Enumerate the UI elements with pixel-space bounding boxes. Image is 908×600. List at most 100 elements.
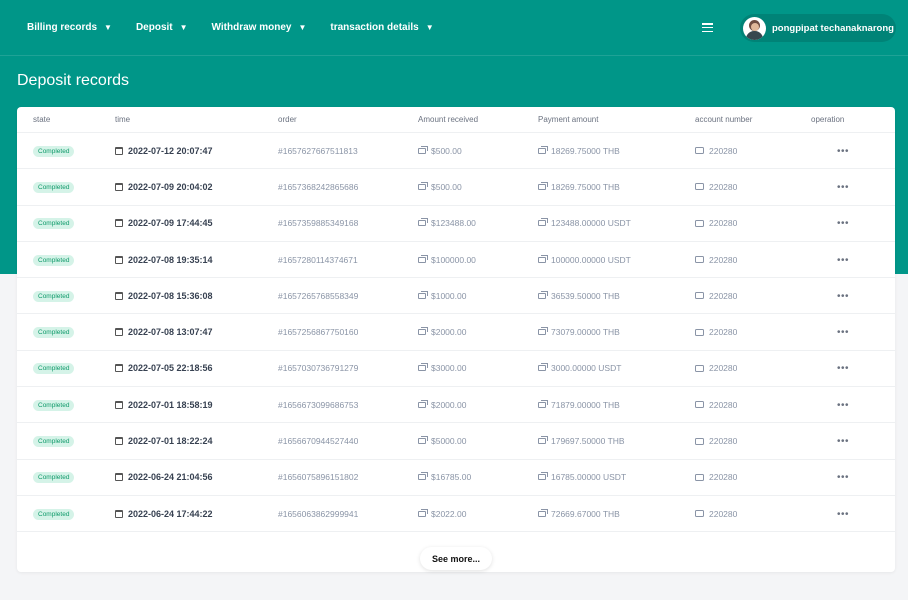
status-badge: Completed: [33, 436, 75, 448]
user-menu[interactable]: pongpipat techanaknarong: [740, 14, 896, 42]
time-value: 2022-07-12 20:07:47: [128, 145, 213, 156]
more-options-icon[interactable]: •••: [837, 436, 849, 447]
money-icon: [418, 290, 428, 299]
more-options-icon[interactable]: •••: [837, 509, 849, 520]
payment-value: 123488.00000 USDT: [551, 218, 631, 229]
time-cell: 2022-07-05 22:18:56: [115, 363, 278, 373]
operation-cell: •••: [811, 363, 895, 374]
account-number-cell: 220280: [695, 218, 811, 228]
money-icon: [538, 290, 548, 299]
time-cell: 2022-07-12 20:07:47: [115, 146, 278, 156]
account-number-cell: 220280: [695, 182, 811, 192]
amount-received-cell: $100000.00: [418, 254, 538, 265]
status-badge: Completed: [33, 508, 75, 520]
state-cell: Completed: [17, 254, 115, 266]
more-options-icon[interactable]: •••: [837, 218, 849, 229]
money-icon: [418, 181, 428, 190]
calendar-icon: [115, 509, 123, 518]
more-options-icon[interactable]: •••: [837, 472, 849, 483]
wallet-icon: [695, 219, 704, 227]
time-cell: 2022-07-09 17:44:45: [115, 218, 278, 228]
time-cell: 2022-07-08 13:07:47: [115, 327, 278, 337]
nav-billing-records[interactable]: Billing records ▼: [27, 22, 112, 33]
time-value: 2022-07-08 15:36:08: [128, 290, 213, 301]
state-cell: Completed: [17, 326, 115, 339]
money-icon: [418, 218, 428, 227]
more-options-icon[interactable]: •••: [837, 363, 849, 374]
order-cell: #1657030736791279: [278, 363, 359, 374]
order-cell: #1657359885349168: [278, 218, 359, 229]
table-body: Completed 2022-07-12 20:07:47 #165762766…: [17, 133, 895, 533]
payment-value: 18269.75000 THB: [551, 181, 620, 192]
account-number-cell: 220280: [695, 400, 811, 410]
amount-value: $2000.00: [431, 327, 467, 338]
calendar-icon: [115, 182, 123, 191]
amount-received-cell: $3000.00: [418, 363, 538, 373]
nav-transaction-details[interactable]: transaction details ▼: [330, 22, 433, 33]
payment-amount-cell: 3000.00000 USDT: [538, 363, 695, 373]
wallet-icon: [695, 328, 704, 336]
hamburger-menu-icon[interactable]: [702, 21, 713, 34]
order-cell: #1657627667511813: [278, 145, 358, 156]
more-options-icon[interactable]: •••: [837, 182, 849, 193]
more-options-icon[interactable]: •••: [837, 146, 849, 157]
calendar-icon: [115, 255, 123, 264]
table-row: Completed 2022-07-08 15:36:08 #165726576…: [17, 278, 895, 315]
chevron-down-icon: ▼: [104, 23, 112, 32]
money-icon: [418, 472, 428, 481]
more-options-icon[interactable]: •••: [837, 400, 849, 411]
calendar-icon: [115, 364, 123, 373]
table-header: state time order Amount received Payment…: [17, 107, 895, 133]
payment-amount-cell: 73079.00000 THB: [538, 327, 695, 337]
payment-amount-cell: 179697.50000 THB: [538, 436, 695, 446]
status-badge: Completed: [33, 363, 75, 375]
time-cell: 2022-07-01 18:22:24: [115, 436, 278, 446]
money-icon: [538, 181, 548, 190]
calendar-icon: [115, 400, 123, 409]
time-cell: 2022-06-24 17:44:22: [115, 509, 278, 519]
amount-value: $1000.00: [431, 290, 467, 301]
status-badge: Completed: [33, 327, 75, 339]
account-number-cell: 220280: [695, 146, 811, 156]
table-row: Completed 2022-07-12 20:07:47 #165762766…: [17, 133, 895, 170]
money-icon: [418, 436, 428, 445]
nav-label: Billing records: [27, 22, 98, 33]
table-row: Completed 2022-07-01 18:22:24 #165667094…: [17, 423, 895, 460]
money-icon: [538, 472, 548, 481]
see-more-button[interactable]: See more...: [420, 547, 492, 570]
account-value: 220280: [709, 327, 738, 338]
table-row: Completed 2022-07-09 17:44:45 #165735988…: [17, 206, 895, 242]
status-badge: Completed: [33, 145, 75, 157]
more-options-icon[interactable]: •••: [837, 255, 849, 266]
account-value: 220280: [709, 145, 738, 156]
payment-amount-cell: 18269.75000 THB: [538, 145, 695, 156]
more-options-icon[interactable]: •••: [837, 291, 849, 302]
table-row: Completed 2022-06-24 21:04:56 #165607589…: [17, 460, 895, 496]
account-value: 220280: [709, 472, 738, 483]
status-badge: Completed: [33, 399, 75, 411]
time-value: 2022-07-08 19:35:14: [128, 254, 213, 265]
account-value: 220280: [709, 399, 738, 410]
header-order: order: [278, 115, 297, 124]
state-cell: Completed: [17, 508, 115, 520]
table-row: Completed 2022-07-01 18:58:19 #165667309…: [17, 387, 895, 424]
account-value: 220280: [709, 218, 738, 229]
nav-withdraw-money[interactable]: Withdraw money ▼: [212, 22, 307, 33]
account-number-cell: 220280: [695, 436, 811, 446]
operation-cell: •••: [811, 182, 895, 192]
chevron-down-icon: ▼: [179, 23, 188, 32]
status-badge: Completed: [33, 290, 75, 302]
avatar: [743, 16, 766, 40]
amount-value: $500.00: [431, 181, 462, 192]
wallet-icon: [695, 510, 704, 518]
wallet-icon: [695, 473, 704, 481]
time-value: 2022-07-01 18:22:24: [128, 436, 213, 447]
state-cell: Completed: [17, 362, 115, 375]
payment-value: 100000.00000 USDT: [551, 254, 631, 265]
table-row: Completed 2022-07-08 19:35:14 #165728011…: [17, 242, 895, 279]
payment-value: 18269.75000 THB: [551, 145, 620, 156]
nav-deposit[interactable]: Deposit ▼: [136, 22, 188, 33]
money-icon: [538, 508, 548, 517]
more-options-icon[interactable]: •••: [837, 327, 849, 338]
amount-value: $2022.00: [431, 508, 467, 519]
